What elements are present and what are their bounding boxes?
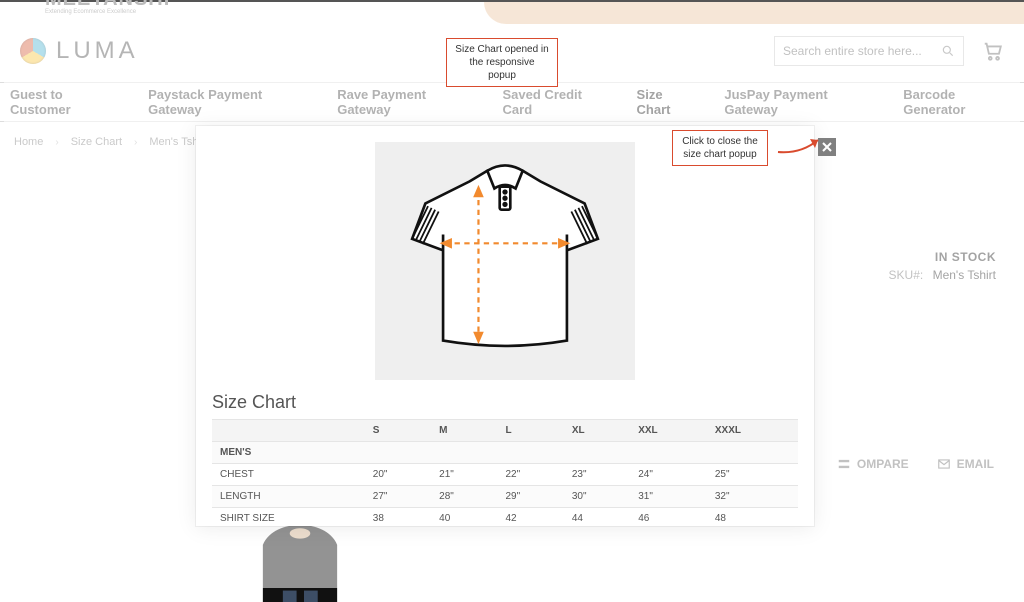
row-label: LENGTH xyxy=(212,486,365,508)
size-header-row: S M L XL XXL XXXL xyxy=(212,420,798,442)
col-s: S xyxy=(365,420,431,442)
annotation-opened: Size Chart opened in the responsive popu… xyxy=(446,38,558,87)
shirt-diagram xyxy=(375,142,635,380)
size-chart-table: MEN'S S M L XL XXL XXXL CHEST 20" 21" 22… xyxy=(212,419,798,529)
col-xxl: XXL xyxy=(630,420,707,442)
vendor-brand-accent xyxy=(484,2,1024,24)
size-chart-modal: Size Chart MEN'S S M L XL XXL XXXL CHEST… xyxy=(196,126,814,526)
row-label: SHIRT SIZE xyxy=(212,508,365,530)
col-xxxl: XXXL xyxy=(707,420,798,442)
table-row: CHEST 20" 21" 22" 23" 24" 25" xyxy=(212,464,798,486)
col-m: M xyxy=(431,420,497,442)
col-blank xyxy=(212,420,365,442)
vendor-brand: MEETANSHI Extending Ecommerce Excellence xyxy=(45,0,170,15)
size-section-label: MEN'S xyxy=(212,442,798,464)
table-row: LENGTH 27" 28" 29" 30" 31" 32" xyxy=(212,486,798,508)
shirt-diagram-svg xyxy=(390,151,620,371)
annotation-close-hint: Click to close the size chart popup xyxy=(672,130,768,166)
col-xl: XL xyxy=(564,420,630,442)
col-l: L xyxy=(498,420,564,442)
table-row: SHIRT SIZE 38 40 42 44 46 48 xyxy=(212,508,798,530)
row-label: CHEST xyxy=(212,464,365,486)
annotation-arrow xyxy=(776,132,826,156)
size-chart-title: Size Chart xyxy=(212,392,798,413)
